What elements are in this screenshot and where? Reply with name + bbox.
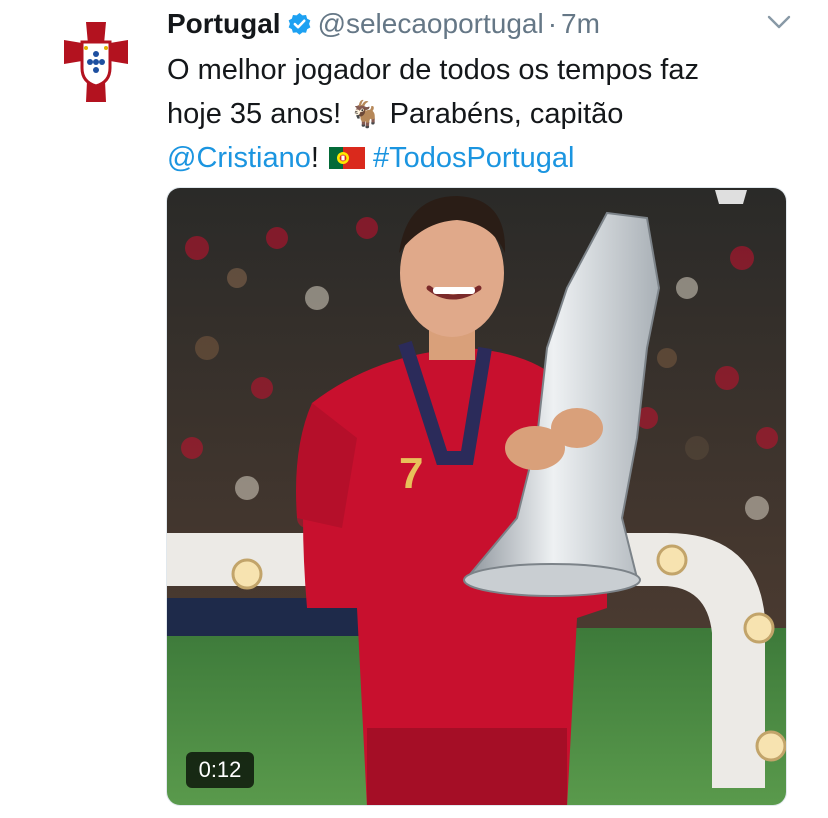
chevron-down-icon[interactable] [765, 10, 793, 34]
text-segment: hoje 35 anos! [167, 98, 350, 130]
fpf-crest-icon[interactable] [60, 18, 132, 106]
portugal-flag-icon [328, 147, 365, 169]
hashtag-link[interactable]: #TodosPortugal [373, 142, 575, 174]
mention-link[interactable]: @Cristiano [167, 142, 311, 174]
video-player[interactable]: 7 [166, 187, 787, 806]
display-name[interactable]: Portugal [167, 8, 281, 40]
exclamation: ! [310, 142, 319, 174]
video-duration-badge: 0:12 [186, 752, 254, 788]
separator-dot: · [547, 8, 558, 39]
svg-text:7: 7 [399, 449, 423, 498]
user-handle[interactable]: @selecaoportugal [318, 8, 544, 40]
goat-emoji: 🐐 [349, 99, 382, 129]
tweet-header: Portugal @selecaoportugal · 7m [167, 4, 600, 44]
tweet-timestamp[interactable]: 7m [561, 8, 600, 40]
text-segment: Parabéns, capitão [381, 98, 624, 130]
tweet-text-line1: O melhor jogador de todos os tempos faz [167, 54, 699, 86]
tweet-text-line3: @Cristiano! #TodosPortugal [167, 136, 807, 180]
tweet-text: O melhor jogador de todos os tempos faz … [167, 48, 807, 180]
tweet-text-line2: hoje 35 anos! 🐐 Parabéns, capitão [167, 92, 807, 136]
verified-badge-icon [288, 12, 310, 35]
video-thumbnail: 7 [167, 188, 786, 805]
